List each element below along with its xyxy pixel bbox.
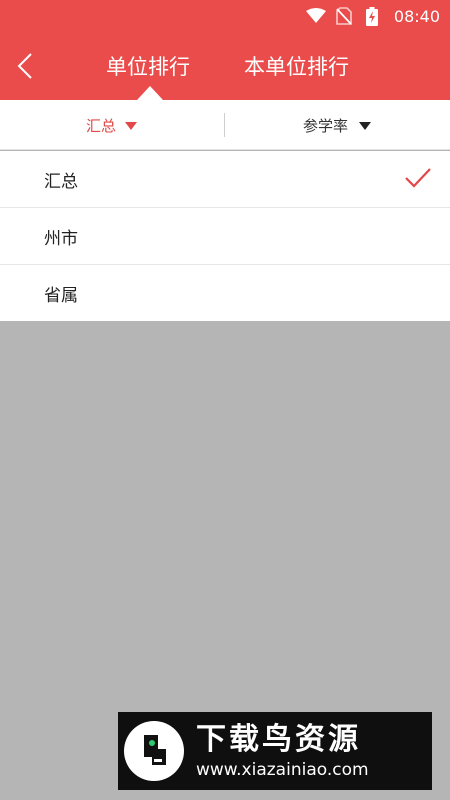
- triangle-down-icon: [125, 121, 138, 130]
- wifi-icon: [305, 7, 326, 25]
- status-time: 08:40: [393, 6, 440, 26]
- option-label: 州市: [44, 228, 78, 249]
- active-tab-indicator: [137, 86, 163, 100]
- triangle-down-icon: [359, 121, 372, 130]
- app-header: 08:40 单位排行 本单位排行: [0, 0, 450, 100]
- summary-filter[interactable]: 汇总: [86, 100, 138, 150]
- option-label: 省属: [44, 285, 78, 306]
- option-label: 汇总: [44, 171, 78, 192]
- watermark-url: www.xiazainiao.com: [196, 760, 369, 780]
- bird-logo-icon: [124, 721, 184, 781]
- check-icon: [405, 168, 431, 188]
- watermark-brand: 下载鸟资源: [196, 722, 361, 757]
- status-bar: 08:40: [0, 0, 450, 32]
- summary-filter-label: 汇总: [86, 116, 117, 135]
- chevron-left-icon: [17, 53, 32, 79]
- back-button[interactable]: [10, 48, 40, 84]
- rate-filter[interactable]: 参学率: [303, 100, 372, 150]
- option-provincial[interactable]: 省属: [0, 265, 450, 321]
- battery-charging-icon: [362, 6, 382, 26]
- region-dropdown: 汇总 州市 省属: [0, 151, 450, 321]
- rate-filter-label: 参学率: [303, 116, 349, 135]
- watermark: 下载鸟资源 www.xiazainiao.com: [118, 712, 432, 790]
- option-summary[interactable]: 汇总: [0, 151, 450, 208]
- tab-own-unit-ranking[interactable]: 本单位排行: [244, 50, 349, 84]
- no-sim-icon: [334, 7, 354, 25]
- filter-divider: [224, 113, 225, 137]
- filter-bar: 汇总 参学率: [0, 100, 450, 150]
- tab-unit-ranking[interactable]: 单位排行: [106, 50, 190, 84]
- option-prefecture-city[interactable]: 州市: [0, 208, 450, 265]
